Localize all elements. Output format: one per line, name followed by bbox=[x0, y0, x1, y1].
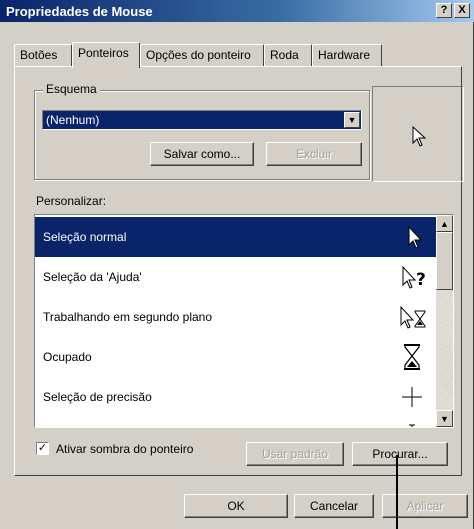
cursor-preview bbox=[372, 86, 464, 182]
scheme-select-value: (Nenhum) bbox=[46, 113, 100, 127]
check-icon: ✓ bbox=[37, 442, 48, 454]
tab-botoes[interactable]: Botões bbox=[14, 44, 72, 66]
ok-button[interactable]: OK bbox=[184, 494, 288, 518]
scheme-select[interactable]: (Nenhum) ▼ bbox=[42, 110, 362, 130]
list-item[interactable]: Seleção de precisão bbox=[35, 377, 437, 417]
scroll-down-button[interactable]: ▼ bbox=[436, 410, 453, 427]
help-select-cursor-icon: ? bbox=[402, 265, 426, 290]
title-bar: Propriedades de Mouse ? X bbox=[0, 0, 474, 22]
chevron-down-icon[interactable]: ▼ bbox=[344, 112, 360, 128]
list-scrollbar[interactable]: ▲ ▼ bbox=[436, 215, 453, 427]
save-as-button[interactable]: Salvar como... bbox=[150, 142, 254, 166]
apply-button[interactable]: Aplicar bbox=[382, 494, 468, 518]
browse-button[interactable]: Procurar... bbox=[352, 442, 448, 466]
scroll-up-button[interactable]: ▲ bbox=[436, 215, 453, 232]
list-item[interactable]: Seleção da 'Ajuda' ? bbox=[35, 257, 437, 297]
text-select-cursor-icon bbox=[409, 424, 415, 427]
list-item-label: Trabalhando em segundo plano bbox=[43, 310, 213, 324]
hourglass-cursor-icon bbox=[404, 344, 420, 370]
list-item-label: Seleção de precisão bbox=[43, 390, 152, 404]
close-button[interactable]: X bbox=[454, 3, 470, 18]
cancel-button[interactable]: Cancelar bbox=[294, 494, 374, 518]
tab-opcoes-do-ponteiro[interactable]: Opções do ponteiro bbox=[140, 44, 264, 66]
list-item-label: Seleção da 'Ajuda' bbox=[43, 270, 142, 284]
arrow-cursor-icon bbox=[412, 125, 427, 147]
crosshair-cursor-icon bbox=[402, 387, 422, 407]
mouse-properties-dialog: Propriedades de Mouse ? X Botões Ponteir… bbox=[0, 0, 474, 529]
tab-ponteiros[interactable]: Ponteiros bbox=[72, 42, 140, 68]
list-item[interactable]: Seleção normal bbox=[35, 217, 437, 257]
annotation-pointer-line bbox=[396, 455, 398, 529]
list-item-label: Seleção normal bbox=[43, 230, 127, 244]
window-title: Propriedades de Mouse bbox=[6, 4, 153, 19]
list-item[interactable] bbox=[35, 417, 437, 427]
use-default-button[interactable]: Usar padrão bbox=[246, 442, 344, 466]
scheme-group-label: Esquema bbox=[43, 82, 100, 96]
shadow-checkbox-label: Ativar sombra do ponteiro bbox=[56, 442, 194, 456]
cursor-list[interactable]: Seleção normal Seleção da 'Ajuda' ? Trab… bbox=[34, 214, 454, 428]
scroll-thumb[interactable] bbox=[436, 232, 453, 290]
shadow-checkbox[interactable]: ✓ bbox=[36, 442, 49, 455]
working-background-cursor-icon bbox=[400, 305, 426, 329]
customize-label: Personalizar: bbox=[36, 194, 107, 208]
delete-button[interactable]: Excluir bbox=[266, 142, 362, 166]
tab-roda[interactable]: Roda bbox=[264, 44, 312, 66]
help-button[interactable]: ? bbox=[436, 3, 452, 18]
scheme-group: Esquema bbox=[34, 82, 370, 180]
list-item[interactable]: Ocupado bbox=[35, 337, 437, 377]
list-item-label: Ocupado bbox=[43, 350, 92, 364]
arrow-cursor-icon bbox=[408, 225, 423, 249]
list-item[interactable]: Trabalhando em segundo plano bbox=[35, 297, 437, 337]
svg-text:?: ? bbox=[416, 270, 426, 290]
tab-hardware[interactable]: Hardware bbox=[312, 44, 382, 66]
